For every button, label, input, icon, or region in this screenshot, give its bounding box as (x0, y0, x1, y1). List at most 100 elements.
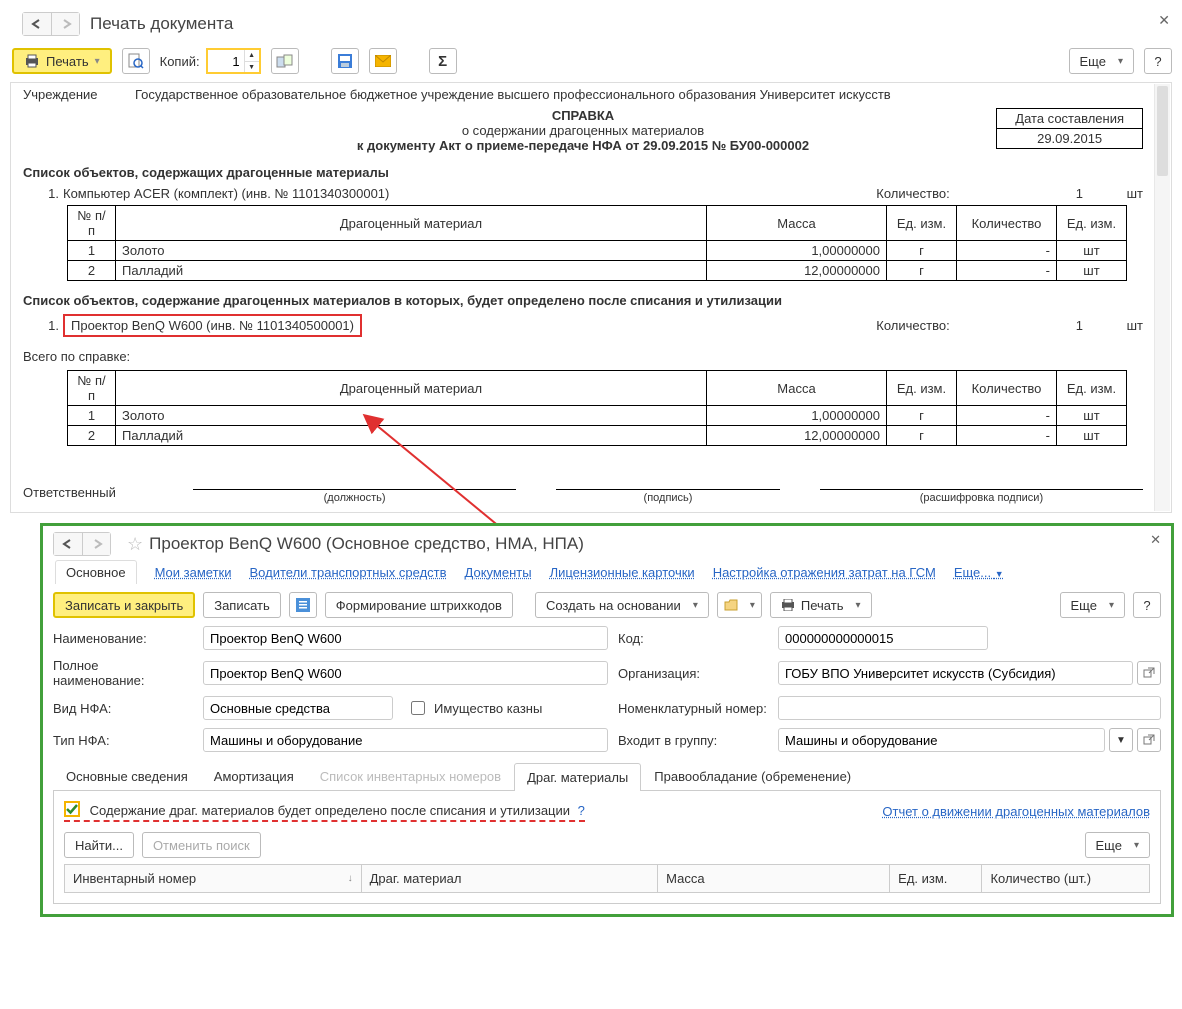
nav-forward-button[interactable] (51, 13, 79, 35)
table-row: 2 Палладий 12,00000000 г - шт (68, 426, 1127, 446)
item-more-button[interactable]: Еще (1060, 592, 1125, 618)
doc-subtitle2: к документу Акт о приеме-передаче НФА от… (23, 138, 1143, 153)
preview-button[interactable] (122, 48, 150, 74)
materials-table-2: № п/п Драгоценный материал Масса Ед. изм… (67, 370, 1127, 446)
treasury-checkbox[interactable] (411, 701, 425, 715)
col-unit[interactable]: Ед. изм. (890, 865, 982, 892)
envelope-icon (375, 55, 391, 67)
code-label: Код: (618, 631, 768, 646)
date-value: 29.09.2015 (997, 128, 1142, 148)
table-row: 1 Золото 1,00000000 г - шт (68, 241, 1127, 261)
copies-up[interactable]: ▲ (245, 50, 259, 61)
table-row: 2 Палладий 12,00000000 г - шт (68, 261, 1127, 281)
chevron-down-icon: ▼ (1116, 735, 1126, 746)
printer-icon-2 (781, 599, 795, 611)
code-field[interactable] (778, 626, 988, 650)
nav-forward-button-2[interactable] (82, 533, 110, 555)
org-label: Организация: (618, 666, 768, 681)
create-based-button[interactable]: Создать на основании (535, 592, 709, 618)
group-dropdown-button[interactable]: ▼ (1109, 728, 1133, 752)
nfa-type-field[interactable] (203, 696, 393, 720)
copies-input[interactable] (208, 50, 244, 72)
link-notes[interactable]: Мои заметки (155, 565, 232, 580)
email-button[interactable] (369, 48, 397, 74)
sort-indicator-icon: ↓ (348, 873, 353, 884)
fullname-label: Полное наименование: (53, 658, 193, 688)
print-button-2[interactable]: Печать (770, 592, 872, 618)
grid-header: Инвентарный номер↓ Драг. материал Масса … (64, 864, 1150, 893)
tab-rights[interactable]: Правообладание (обременение) (641, 762, 864, 790)
group-open-button[interactable] (1137, 728, 1161, 752)
link-gsm[interactable]: Настройка отражения затрат на ГСМ (713, 565, 936, 580)
link-more[interactable]: Еще... ▼ (954, 565, 1004, 580)
question-icon-2: ? (1143, 598, 1150, 613)
save-button[interactable]: Записать (203, 592, 281, 618)
pane-more-button[interactable]: Еще (1085, 832, 1150, 858)
report-link[interactable]: Отчет о движении драгоценных материалов (882, 804, 1150, 819)
copies-spinner[interactable]: ▲ ▼ (206, 48, 261, 74)
printer-icon (24, 54, 40, 68)
group-field[interactable] (778, 728, 1105, 752)
col-qty[interactable]: Количество (шт.) (982, 865, 1149, 892)
org-open-button[interactable] (1137, 661, 1161, 685)
more-button[interactable]: Еще (1069, 48, 1134, 74)
nfa-type-label: Вид НФА: (53, 701, 193, 716)
nav-back-button-2[interactable] (54, 533, 82, 555)
window-title: Печать документа (90, 14, 233, 34)
attach-button[interactable] (717, 592, 762, 618)
item-toolbar: Записать и закрыть Записать Формирование… (53, 592, 1161, 618)
org-field[interactable] (778, 661, 1133, 685)
name-field[interactable] (203, 626, 608, 650)
nav-buttons-2 (53, 532, 111, 556)
date-box: Дата составления 29.09.2015 (996, 108, 1143, 149)
col-mass[interactable]: Масса (658, 865, 890, 892)
copies-down[interactable]: ▼ (245, 61, 259, 72)
nfa-kind-label: Тип НФА: (53, 733, 193, 748)
signature-row: Ответственный (должность) (подпись) (рас… (23, 474, 1143, 502)
nomenclature-field[interactable] (778, 696, 1161, 720)
date-label: Дата составления (997, 109, 1142, 128)
materials-table-1: № п/п Драгоценный материал Масса Ед. изм… (67, 205, 1127, 281)
item-window-title: Проектор BenQ W600 (Основное средство, Н… (149, 534, 584, 554)
list-button[interactable] (289, 592, 317, 618)
open-icon (1143, 667, 1155, 679)
link-drivers[interactable]: Водители транспортных средств (250, 565, 447, 580)
nfa-kind-field[interactable] (203, 728, 608, 752)
open-icon-2 (1143, 734, 1155, 746)
fullname-field[interactable] (203, 661, 608, 685)
print-button[interactable]: Печать ▾ (12, 48, 112, 74)
tab-main-info[interactable]: Основные сведения (53, 762, 201, 790)
tabs: Основные сведения Амортизация Список инв… (53, 762, 1161, 791)
save-file-button[interactable] (331, 48, 359, 74)
help-button[interactable]: ? (1144, 48, 1172, 74)
tab-amortization[interactable]: Амортизация (201, 762, 307, 790)
item-window: ☆ Проектор BenQ W600 (Основное средство,… (40, 523, 1174, 917)
scrollbar-thumb[interactable] (1157, 86, 1168, 176)
nav-back-button[interactable] (23, 13, 51, 35)
list-icon (296, 598, 310, 612)
save-and-close-button[interactable]: Записать и закрыть (53, 592, 195, 618)
item-help-button[interactable]: ? (1133, 592, 1161, 618)
highlighted-item: Проектор BenQ W600 (инв. № 1101340500001… (63, 314, 362, 337)
col-inventory[interactable]: Инвентарный номер↓ (65, 865, 362, 892)
list1-title: Список объектов, содержащих драгоценные … (23, 165, 1143, 180)
institution-label: Учреждение (23, 87, 123, 102)
tab-precious-materials[interactable]: Драг. материалы (514, 763, 641, 791)
find-button[interactable]: Найти... (64, 832, 134, 858)
link-lic[interactable]: Лицензионные карточки (550, 565, 695, 580)
star-icon[interactable]: ☆ (127, 534, 143, 555)
hint-icon[interactable]: ? (578, 803, 585, 818)
determined-later-checkbox[interactable] (64, 801, 80, 817)
sum-button[interactable]: Σ (429, 48, 457, 74)
list2-title: Список объектов, содержание драгоценных … (23, 293, 1143, 308)
scrollbar[interactable] (1154, 84, 1170, 511)
col-material[interactable]: Драг. материал (362, 865, 659, 892)
link-main[interactable]: Основное (55, 560, 137, 584)
responsible-label: Ответственный (23, 485, 153, 502)
close-icon[interactable]: ✕ (1158, 12, 1170, 29)
collate-button[interactable] (271, 48, 299, 74)
barcode-button[interactable]: Формирование штрихкодов (325, 592, 513, 618)
close-icon-2[interactable]: ✕ (1150, 532, 1161, 548)
summary-title: Всего по справке: (23, 349, 1143, 364)
link-docs[interactable]: Документы (465, 565, 532, 580)
